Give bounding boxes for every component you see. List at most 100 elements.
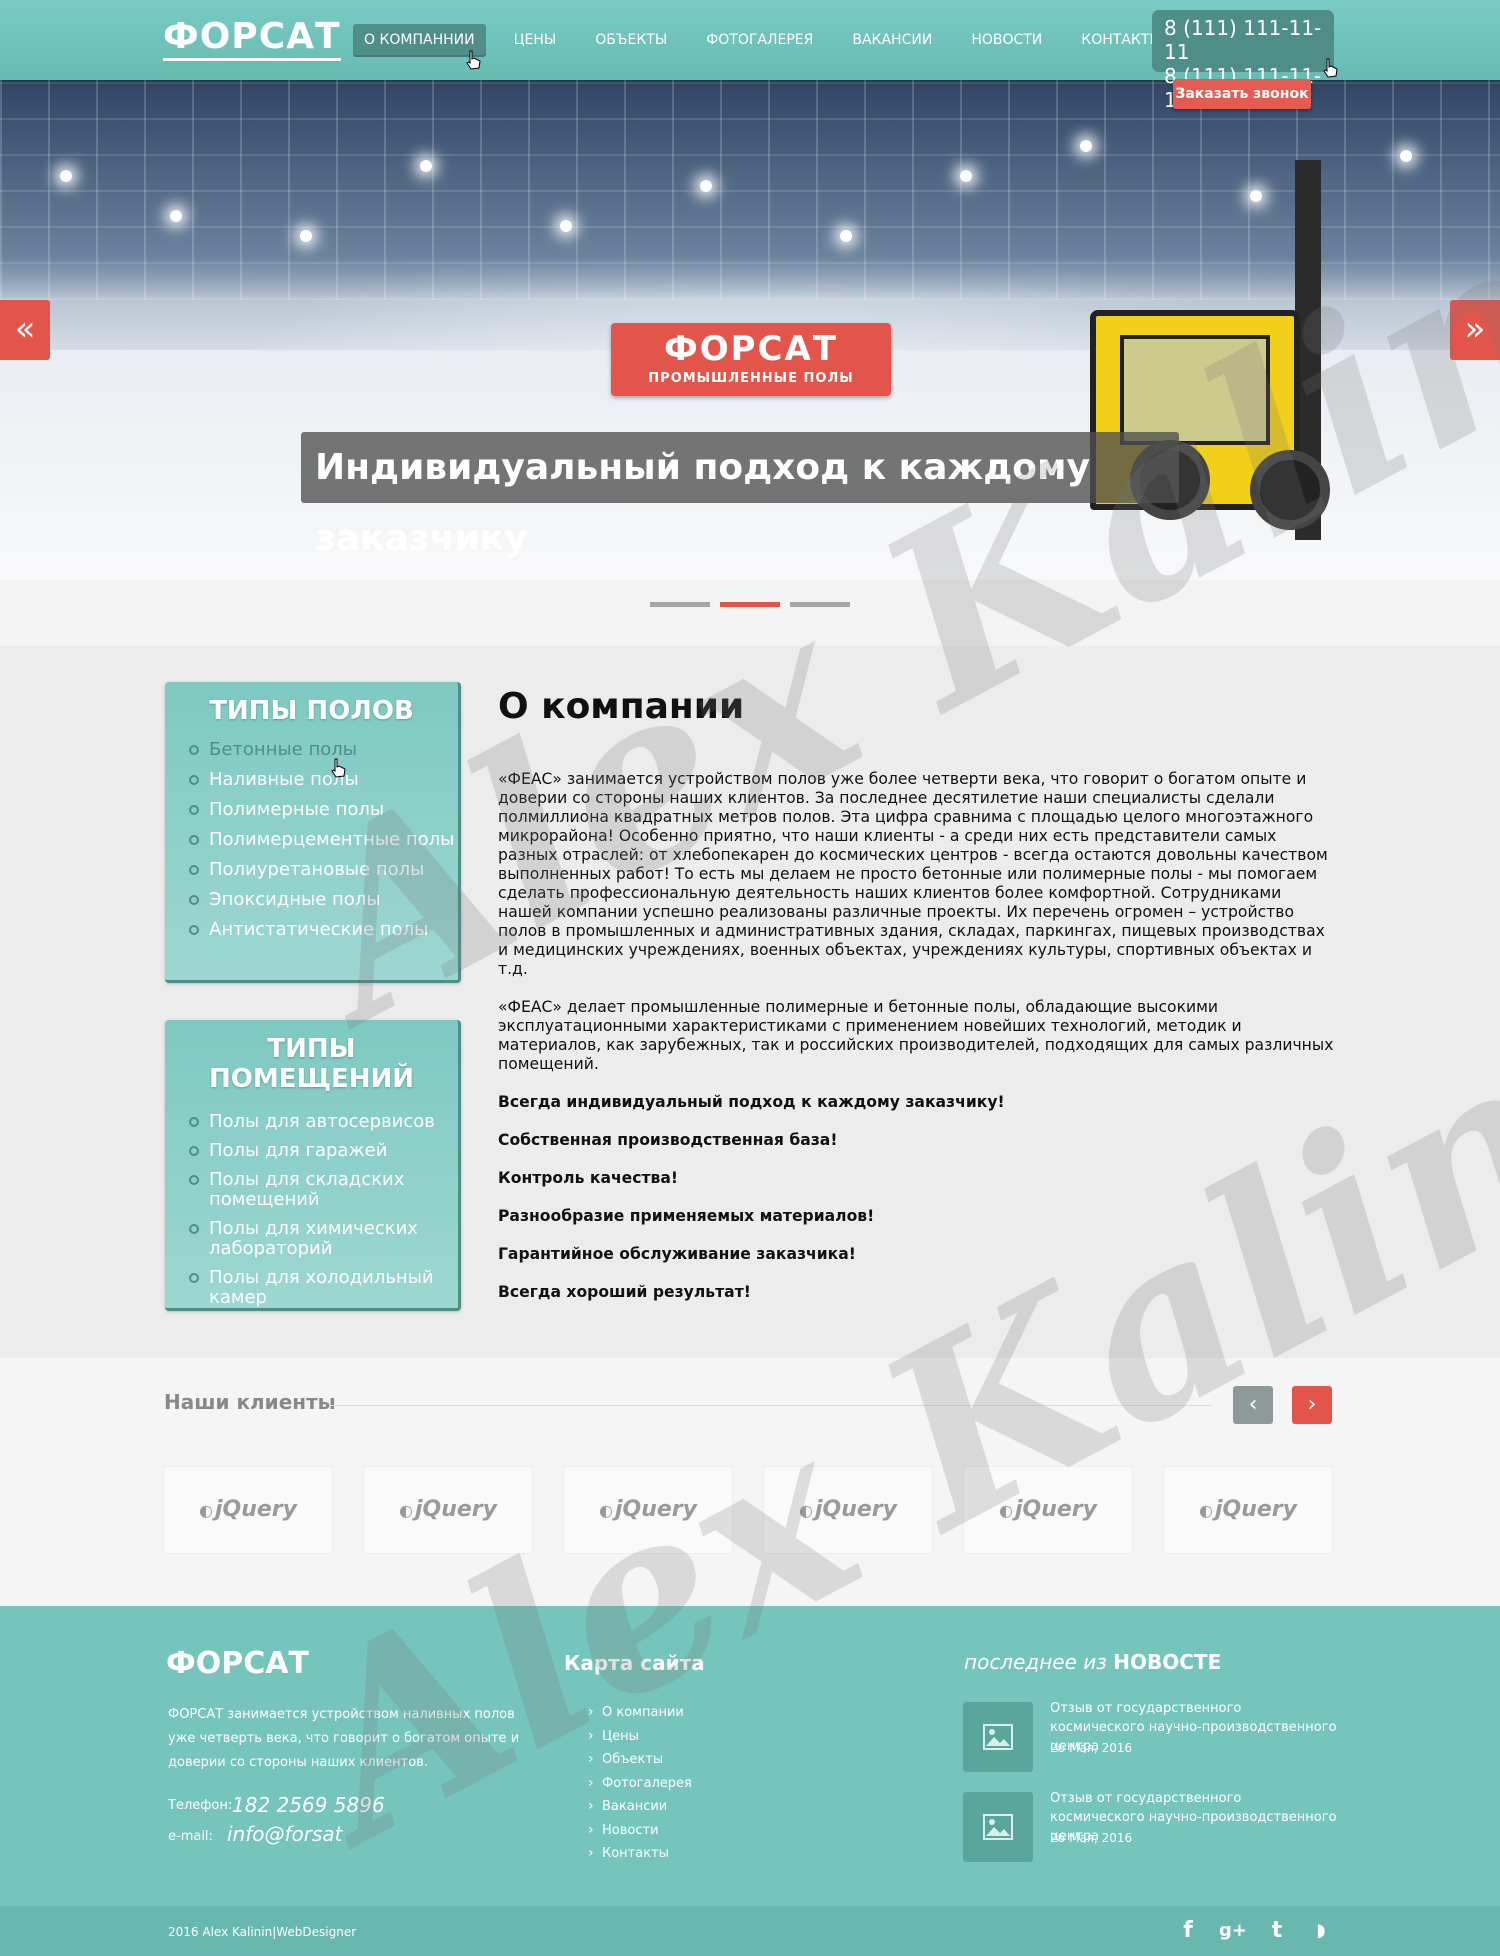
clients-prev-button[interactable]: ‹ — [1233, 1386, 1273, 1424]
about-paragraph: «ФЕАС» делает промышленные полимерные и … — [498, 998, 1334, 1073]
news-thumbnail[interactable] — [963, 1702, 1033, 1772]
highlight-item: Всегда индивидуальный подход к каждому з… — [498, 1093, 1005, 1111]
sidebar-item-polymer-cement[interactable]: Полимерцементные полы — [187, 830, 458, 850]
highlight-item: Всегда хороший результат! — [498, 1283, 751, 1301]
lamp-light — [700, 180, 712, 192]
double-chevron-right-icon: » — [1464, 309, 1486, 349]
nav-item-gallery[interactable]: ФОТОГАЛЕРЕЯ — [695, 24, 824, 57]
sidebar-item-polyurethane[interactable]: Полиуретановые полы — [187, 860, 458, 880]
page-title: О компании — [498, 686, 745, 727]
copyright: 2016 Alex Kalinin|WebDesigner — [168, 1925, 357, 1939]
sidebar-title: ТИПЫ ПОЛОВ — [209, 696, 414, 726]
hero-logo-badge: ФОРСАТ ПРОМЫШЛЕННЫЕ ПОЛЫ — [611, 323, 891, 396]
phone-box: 8 (111) 111-11-11 8 (111) 111-11-11 — [1152, 10, 1334, 112]
hero-slider: ФОРСАТ ПРОМЫШЛЕННЫЕ ПОЛЫ — [0, 80, 1500, 580]
page: ФОРСАТ О КОМПАННИИ ЦЕНЫ ОБЪЕКТЫ ФОТОГАЛЕ… — [0, 0, 1500, 1956]
hand-cursor-icon — [1323, 58, 1338, 78]
sidebar-item-car-service[interactable]: Полы для автосервисов — [187, 1112, 458, 1132]
double-chevron-left-icon: « — [14, 309, 36, 349]
sidebar-item-epoxy[interactable]: Эпоксидные полы — [187, 890, 458, 910]
slider-pagination — [0, 580, 1500, 646]
sidebar-title: ТИПЫ ПОМЕЩЕНИЙ — [208, 1034, 414, 1094]
sitemap-link-news[interactable]: Новости — [588, 1819, 692, 1843]
footer-email[interactable]: info@forsat — [227, 1822, 343, 1846]
sidebar-item-cold-storage[interactable]: Полы для холодильный камер — [187, 1268, 458, 1308]
email-label: e-mail: — [168, 1829, 213, 1844]
sitemap-link-gallery[interactable]: Фотогалерея — [588, 1772, 692, 1796]
nav-item-objects[interactable]: ОБЪЕКТЫ — [584, 24, 678, 57]
sitemap-link-prices[interactable]: Цены — [588, 1725, 692, 1749]
lamp-light — [1400, 150, 1412, 162]
sitemap-list: О компании Цены Объекты Фотогалерея Вака… — [588, 1701, 692, 1866]
slider-prev-button[interactable]: « — [0, 300, 50, 360]
hero-caption: Индивидуальный подход к каждому заказчик… — [301, 432, 1179, 559]
sidebar-item-garages[interactable]: Полы для гаражей — [187, 1141, 458, 1161]
lamp-light — [420, 160, 432, 172]
nav-item-prices[interactable]: ЦЕНЫ — [503, 24, 568, 57]
sidebar-item-antistatic[interactable]: Антистатические полы — [187, 920, 458, 940]
nav-item-vacancies[interactable]: ВАКАНСИИ — [841, 24, 943, 57]
site-logo[interactable]: ФОРСАТ — [163, 16, 341, 61]
rss-icon[interactable]: ◗ — [1308, 1918, 1334, 1944]
highlight-item: Разнообразие применяемых материалов! — [498, 1207, 875, 1225]
client-logo[interactable]: ◐jQuery — [563, 1466, 733, 1554]
sidebar-item-chem-labs[interactable]: Полы для химических лабораторий — [187, 1219, 458, 1259]
nav-item-news[interactable]: НОВОСТИ — [960, 24, 1053, 57]
chevron-left-icon: ‹ — [1248, 1392, 1258, 1417]
highlight-item: Гарантийное обслуживание заказчика! — [498, 1245, 856, 1263]
hero-badge-title: ФОРСАТ — [664, 329, 838, 369]
hand-cursor-icon — [331, 758, 346, 778]
hero-badge-subtitle: ПРОМЫШЛЕННЫЕ ПОЛЫ — [648, 371, 854, 386]
highlight-item: Контроль качества! — [498, 1169, 679, 1187]
clients-title: Наши клиенты — [164, 1390, 336, 1414]
lamp-light — [1080, 140, 1092, 152]
sidebar-item-concrete[interactable]: Бетонные полы — [187, 740, 458, 760]
lamp-light — [170, 210, 182, 222]
lamp-light — [960, 170, 972, 182]
about-text: «ФЕАС» занимается устройством полов уже … — [498, 770, 1338, 1321]
footer-logo: ФОРСАТ — [166, 1646, 309, 1681]
sitemap-link-objects[interactable]: Объекты — [588, 1748, 692, 1772]
google-plus-icon[interactable]: g+ — [1219, 1918, 1247, 1944]
chevron-right-icon: › — [1307, 1392, 1317, 1417]
sitemap-link-vacancies[interactable]: Вакансии — [588, 1795, 692, 1819]
facebook-icon[interactable]: f — [1175, 1918, 1201, 1944]
news-title: последнее из НОВОСТЕ — [964, 1650, 1222, 1674]
client-logo[interactable]: ◐jQuery — [1163, 1466, 1333, 1554]
divider — [330, 1405, 1212, 1406]
client-logo[interactable]: ◐jQuery — [363, 1466, 533, 1554]
sidebar-item-warehouses[interactable]: Полы для складских помещений — [187, 1170, 458, 1210]
lamp-light — [300, 230, 312, 242]
sidebar-item-self-leveling[interactable]: Наливные полы — [187, 770, 458, 790]
client-logo[interactable]: ◐jQuery — [163, 1466, 333, 1554]
twitter-icon[interactable]: t — [1264, 1918, 1290, 1944]
news-thumbnail[interactable] — [963, 1792, 1033, 1862]
lamp-light — [840, 230, 852, 242]
footer-phone[interactable]: 182 2569 5896 — [232, 1793, 385, 1817]
news-date: 26 Мая, 2016 — [1050, 1741, 1133, 1755]
sidebar-floor-types: ТИПЫ ПОЛОВ Бетонные полы Наливные полы П… — [165, 682, 461, 983]
slider-dot[interactable] — [650, 602, 710, 607]
client-logo[interactable]: ◐jQuery — [763, 1466, 933, 1554]
news-date: 26 Мая, 2016 — [1050, 1831, 1133, 1845]
clients-next-button[interactable]: › — [1292, 1386, 1332, 1424]
sidebar-item-polymer[interactable]: Полимерные полы — [187, 800, 458, 820]
image-placeholder-icon — [983, 1724, 1013, 1750]
slider-dot[interactable] — [790, 602, 850, 607]
slider-next-button[interactable]: » — [1450, 300, 1500, 360]
sitemap-link-about[interactable]: О компании — [588, 1701, 692, 1725]
sidebar-room-types: ТИПЫ ПОМЕЩЕНИЙ Полы для автосервисов Пол… — [165, 1020, 461, 1311]
highlight-item: Собственная производственная база! — [498, 1131, 838, 1149]
sitemap-title: Карта сайта — [564, 1651, 705, 1675]
header: ФОРСАТ О КОМПАННИИ ЦЕНЫ ОБЪЕКТЫ ФОТОГАЛЕ… — [0, 0, 1500, 112]
image-placeholder-icon — [983, 1814, 1013, 1840]
footer-about: ФОРСАТ занимается устройством наливных п… — [168, 1707, 520, 1770]
order-call-button[interactable]: Заказать звонок — [1173, 79, 1311, 109]
sitemap-link-contacts[interactable]: Контакты — [588, 1842, 692, 1866]
slider-dot-active[interactable] — [720, 602, 780, 607]
lamp-light — [560, 220, 572, 232]
hand-cursor-icon — [466, 50, 481, 70]
client-logo[interactable]: ◐jQuery — [963, 1466, 1133, 1554]
phone-label: Телефон: — [168, 1798, 233, 1813]
lamp-light — [60, 170, 72, 182]
